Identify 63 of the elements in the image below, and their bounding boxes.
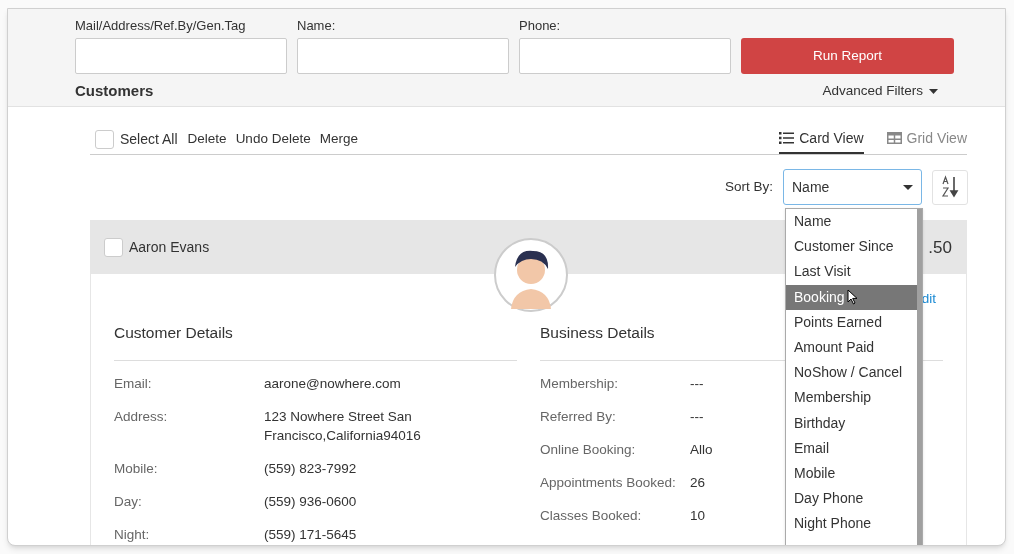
dropdown-option[interactable]: Email: [786, 435, 917, 461]
field-label: Membership:: [540, 375, 620, 394]
dropdown-option[interactable]: Mobile: [786, 460, 917, 487]
sort-order-button[interactable]: [932, 169, 968, 205]
field-label: Address:: [114, 408, 169, 427]
caret-icon: [903, 184, 913, 190]
dropdown-option[interactable]: Customer Since: [786, 234, 917, 260]
input-field[interactable]: [519, 38, 731, 74]
cursor-icon: [846, 289, 858, 306]
caret-icon: [929, 88, 938, 94]
section-title: Customers: [75, 81, 154, 101]
dropdown-option[interactable]: Name: [786, 209, 917, 235]
field-label: Mobile:: [114, 460, 159, 479]
dropdown-option[interactable]: Booking: [786, 284, 917, 310]
dropdown-option[interactable]: Last Visit: [786, 259, 917, 285]
action-link[interactable]: Delete: [187, 128, 227, 150]
field-label: Email:: [114, 375, 153, 394]
run-report-button[interactable]: Run Report: [741, 38, 954, 74]
field-label: Mail/Address/Ref.By/Gen.Tag: [75, 17, 247, 32]
field-value: (559) 171-5645: [264, 526, 357, 545]
amount-text: .50: [928, 236, 952, 259]
checkbox[interactable]: [95, 129, 114, 149]
field-value: Allo: [690, 441, 713, 460]
sort-dropdown[interactable]: Name: [783, 169, 922, 205]
checkbox[interactable]: [104, 238, 123, 257]
field-label: Day:: [114, 493, 143, 512]
avatar-icon: [493, 237, 569, 313]
field-value: ---: [690, 408, 704, 427]
customer-name: Aaron Evans: [129, 238, 210, 257]
field-value: ---: [690, 375, 704, 394]
field-value: 26: [690, 474, 706, 493]
dropdown-option[interactable]: Birthday: [786, 410, 917, 436]
dropdown-option[interactable]: Day Phone: [786, 486, 917, 512]
field-label: Name:: [297, 17, 337, 32]
table-icon: [886, 132, 902, 144]
scrollbar[interactable]: [917, 209, 922, 545]
field-label: Referred By:: [540, 408, 617, 427]
dropdown-option[interactable]: Membership: [786, 385, 917, 411]
view-tab[interactable]: Grid View: [886, 124, 967, 154]
advanced-filters-button[interactable]: Advanced Filters: [822, 81, 938, 102]
field-value: (559) 823-7992: [264, 460, 357, 479]
field-value: aarone@nowhere.com: [264, 375, 401, 394]
input-field[interactable]: [297, 38, 509, 74]
list-icon: [779, 132, 795, 144]
dropdown-option[interactable]: NoShow / Cancel: [786, 360, 917, 386]
view-tab[interactable]: Card View: [779, 124, 864, 154]
field-label: Night:: [114, 526, 151, 545]
dropdown-option[interactable]: Night Phone: [786, 511, 917, 537]
field-value: 10: [690, 507, 706, 526]
field-value: (559) 936-0600: [264, 493, 357, 512]
field-value: 123 Nowhere Street San Francisco,California94016: [264, 408, 422, 446]
action-link[interactable]: Merge: [319, 128, 358, 150]
sort-label: Sort By:: [725, 177, 773, 196]
field-label: Classes Booked:: [540, 507, 643, 526]
select-all-label: Select All: [120, 129, 178, 149]
field-label: Phone:: [519, 17, 562, 32]
field-label: Online Booking:: [540, 441, 637, 460]
input-field[interactable]: [75, 38, 287, 74]
sort-az-icon: [940, 175, 960, 199]
dropdown-option[interactable]: Amount Paid: [786, 334, 917, 361]
field-label: Appointments Booked:: [540, 474, 677, 493]
section-title: Customer Details: [114, 321, 517, 362]
action-link[interactable]: Undo Delete: [235, 128, 311, 150]
